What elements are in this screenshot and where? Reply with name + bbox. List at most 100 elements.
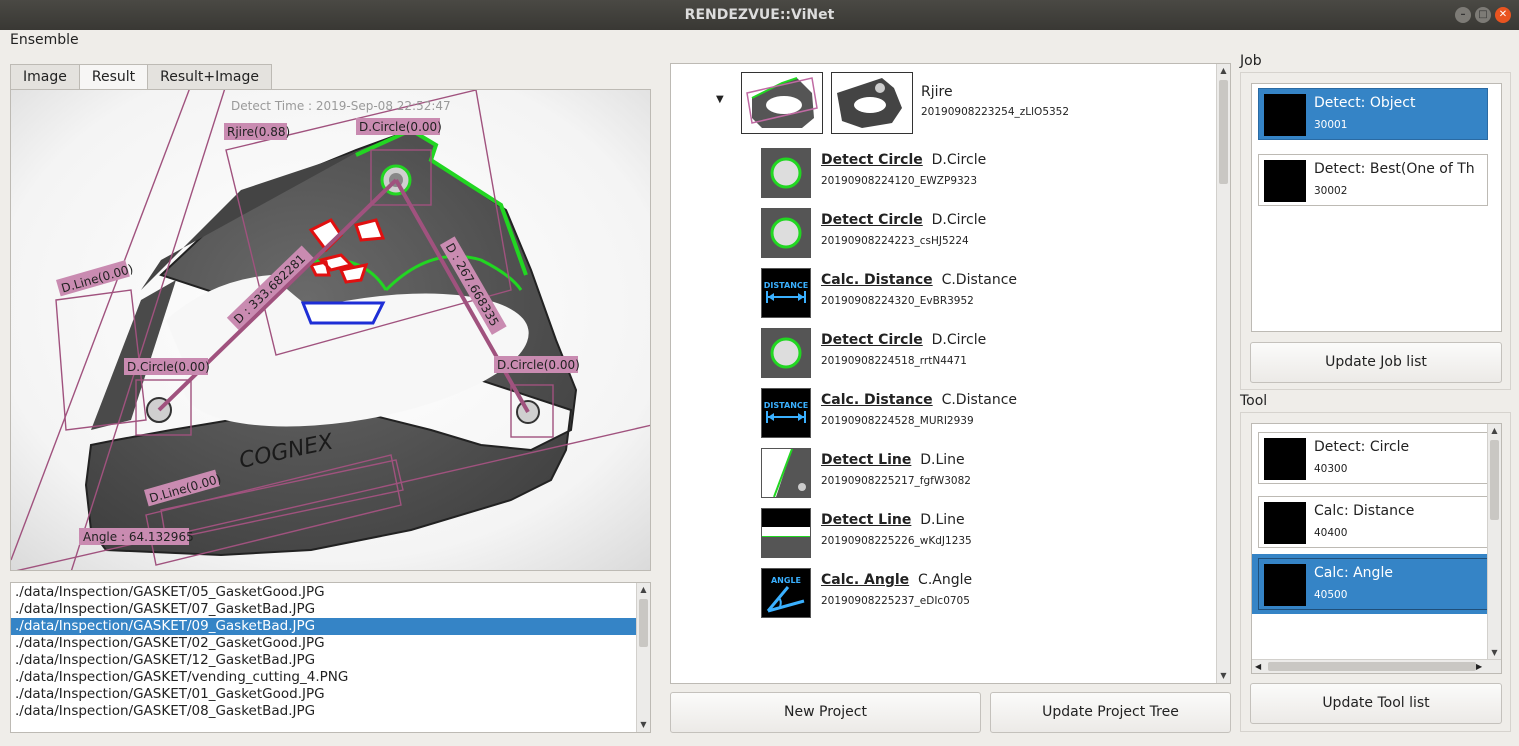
tree-tool-item[interactable]: Detect Circle D.Circle 20190908224223_csH… [761, 208, 1181, 260]
tool-name: C.Distance [941, 272, 1018, 288]
label-circle-top: D.Circle(0.00) [359, 120, 442, 134]
scroll-up-icon[interactable]: ▲ [1488, 424, 1501, 438]
svg-text:DISTANCE: DISTANCE [764, 281, 808, 290]
tool-line-diag-icon [761, 448, 811, 498]
tree-tool-item[interactable]: Detect Circle D.Circle 20190908224120_EWZ… [761, 148, 1181, 200]
tool-name: D.Circle [931, 152, 987, 168]
tab-result-image[interactable]: Result+Image [147, 64, 272, 90]
tool-distance-icon: DISTANCE [761, 268, 811, 318]
job-thumbnail [1264, 160, 1306, 202]
root-thumbnail-image [831, 72, 913, 134]
tab-result[interactable]: Result [78, 64, 149, 91]
tool-title: Detect Line D.Line [821, 452, 965, 468]
scroll-right-icon[interactable]: ▶ [1476, 660, 1482, 673]
title-bar: RENDEZVUE::ViNet – □ ✕ [0, 0, 1519, 30]
tool-list[interactable]: Detect: Circle 40300 Calc: Distance 4040… [1251, 423, 1502, 674]
file-list-scrollbar[interactable]: ▲ ▼ [636, 583, 650, 732]
tool-distance-icon: DISTANCE [761, 388, 811, 438]
tool-list-hscroll[interactable]: ◀ ▶ [1252, 659, 1501, 673]
tool-type: Calc. Distance [821, 272, 933, 288]
tool-title: Detect Circle D.Circle [821, 212, 986, 228]
tool-title: Detect Circle D.Circle [821, 152, 986, 168]
job-list[interactable]: Detect: Object 30001 Detect: Best(One of… [1251, 83, 1502, 332]
tool-thumbnail [1264, 502, 1306, 544]
tree-tool-item[interactable]: Detect Line D.Line 20190908225217_fgfW308… [761, 448, 1181, 500]
tool-thumbnail [1264, 438, 1306, 480]
tree-tool-item[interactable]: DISTANCE Calc. Distance C.Distance 2019090… [761, 388, 1181, 440]
expand-arrow-icon[interactable]: ▼ [716, 94, 724, 105]
file-list-item[interactable]: ./data/Inspection/GASKET/09_GasketBad.JP… [11, 618, 637, 635]
file-list-item[interactable]: ./data/Inspection/GASKET/07_GasketBad.JP… [11, 601, 637, 618]
tool-id: 20190908224518_rrtN4471 [821, 355, 967, 367]
tool-id: 20190908224320_EvBR3952 [821, 295, 974, 307]
tool-id: 20190908225226_wKdJ1235 [821, 535, 972, 547]
tree-tool-item[interactable]: ANGLE Calc. Angle C.Angle 20190908225237_e… [761, 568, 1181, 620]
scroll-thumb[interactable] [1219, 80, 1228, 184]
tool-id: 20190908225237_eDIc0705 [821, 595, 970, 607]
window-title: RENDEZVUE::ViNet [684, 7, 835, 23]
scroll-up-icon[interactable]: ▲ [637, 583, 650, 597]
tree-scrollbar[interactable]: ▲ ▼ [1216, 64, 1230, 683]
root-thumbnail-result [741, 72, 823, 134]
tool-id: 20190908225217_fgfW3082 [821, 475, 971, 487]
job-item-detect-object[interactable]: Detect: Object 30001 [1258, 88, 1488, 140]
tool-name: D.Circle [931, 332, 987, 348]
file-list-item[interactable]: ./data/Inspection/GASKET/08_GasketBad.JP… [11, 703, 637, 720]
scroll-thumb[interactable] [1268, 662, 1476, 671]
scroll-up-icon[interactable]: ▲ [1217, 64, 1230, 78]
result-viewer[interactable]: Detect Time : 2019-Sep-08 22:52:47 Rjire… [10, 89, 651, 571]
scroll-thumb[interactable] [639, 599, 648, 647]
tool-type: Detect Circle [821, 332, 923, 348]
tool-list-vscroll[interactable]: ▲ ▼ [1487, 424, 1501, 660]
file-list-item[interactable]: ./data/Inspection/GASKET/01_GasketGood.J… [11, 686, 637, 703]
scroll-left-icon[interactable]: ◀ [1255, 660, 1261, 673]
new-project-button[interactable]: New Project [670, 692, 981, 733]
update-tool-list-button[interactable]: Update Tool list [1250, 683, 1502, 724]
tool-circle-icon [761, 148, 811, 198]
svg-text:ANGLE: ANGLE [771, 576, 801, 585]
tree-tool-item[interactable]: DISTANCE Calc. Distance C.Distance 2019090… [761, 268, 1181, 320]
tool-angle-icon: ANGLE [761, 568, 811, 618]
file-list-item[interactable]: ./data/Inspection/GASKET/12_GasketBad.JP… [11, 652, 637, 669]
label-circle-left: D.Circle(0.00) [127, 360, 210, 374]
scroll-down-icon[interactable]: ▼ [637, 718, 650, 732]
menu-ensemble[interactable]: Ensemble [10, 32, 79, 48]
file-list[interactable]: ./data/Inspection/GASKET/05_GasketGood.J… [10, 582, 651, 733]
tool-item-calc-angle[interactable]: Calc: Angle 40500 [1258, 558, 1488, 610]
update-job-list-button[interactable]: Update Job list [1250, 342, 1502, 383]
label-angle: Angle : 64.132965 [83, 530, 194, 544]
job-item-detect-best[interactable]: Detect: Best(One of Th 30002 [1258, 154, 1488, 206]
project-tree[interactable]: ▼ Rjire 20190908223254_zLlO5352 Detect C… [670, 63, 1231, 684]
tree-tool-item[interactable]: Detect Line D.Line 20190908225226_wKdJ123… [761, 508, 1181, 560]
minimize-icon[interactable]: – [1455, 7, 1471, 23]
tool-group-label: Tool [1240, 393, 1268, 409]
tree-tool-item[interactable]: Detect Circle D.Circle 20190908224518_rrt… [761, 328, 1181, 380]
tool-title: Calc. Distance C.Distance [821, 272, 1017, 288]
tool-circle-icon [761, 208, 811, 258]
tool-type: Calc. Angle [821, 572, 910, 588]
tool-item-calc-distance[interactable]: Calc: Distance 40400 [1258, 496, 1488, 548]
close-icon[interactable]: ✕ [1495, 7, 1511, 23]
tool-id: 20190908224223_csHJ5224 [821, 235, 969, 247]
tool-type: Calc. Distance [821, 392, 933, 408]
tab-image[interactable]: Image [10, 64, 80, 90]
job-thumbnail [1264, 94, 1306, 136]
tool-item-detect-circle[interactable]: Detect: Circle 40300 [1258, 432, 1488, 484]
file-list-item[interactable]: ./data/Inspection/GASKET/02_GasketGood.J… [11, 635, 637, 652]
tool-title: Detect Line D.Line [821, 512, 965, 528]
file-list-item[interactable]: ./data/Inspection/GASKET/vending_cutting… [11, 669, 637, 686]
scroll-down-icon[interactable]: ▼ [1488, 646, 1501, 660]
scroll-down-icon[interactable]: ▼ [1217, 669, 1230, 683]
file-list-item[interactable]: ./data/Inspection/GASKET/05_GasketGood.J… [11, 584, 637, 601]
job-group: Detect: Object 30001 Detect: Best(One of… [1240, 72, 1511, 390]
scroll-thumb[interactable] [1490, 440, 1499, 520]
tool-title: Detect Circle D.Circle [821, 332, 986, 348]
project-root-id: 20190908223254_zLlO5352 [921, 106, 1070, 118]
update-project-tree-button[interactable]: Update Project Tree [990, 692, 1231, 733]
tool-type: Detect Line [821, 452, 912, 468]
label-rjire: Rjire(0.88) [227, 125, 290, 139]
maximize-icon[interactable]: □ [1475, 7, 1491, 23]
tool-name: D.Line [920, 452, 965, 468]
tool-group: Detect: Circle 40300 Calc: Distance 4040… [1240, 412, 1511, 732]
tool-name: D.Line [920, 512, 965, 528]
